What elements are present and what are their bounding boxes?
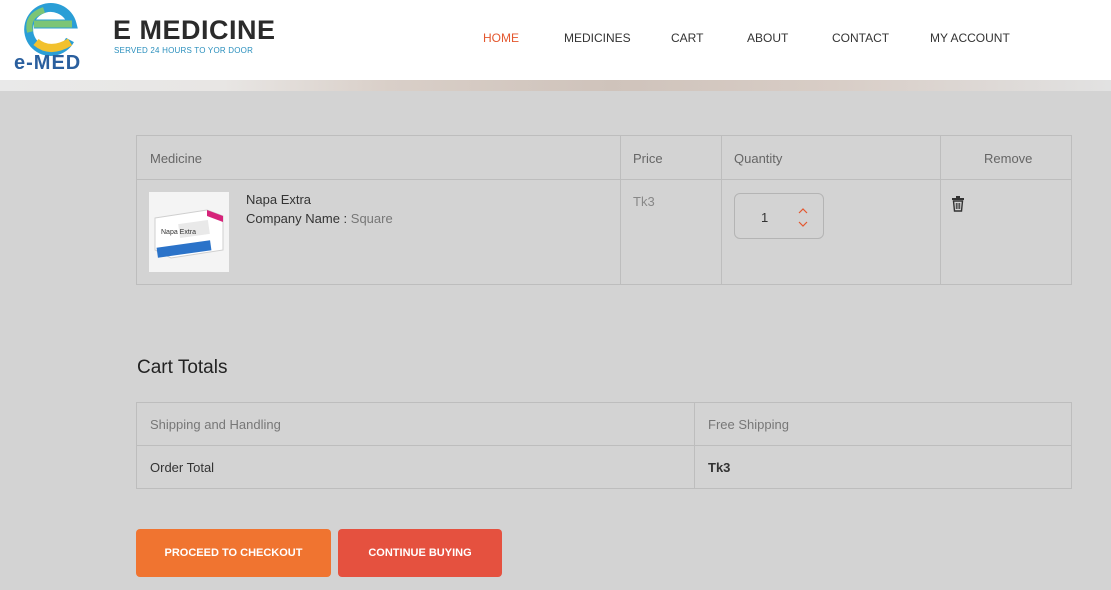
- header-divider: [137, 179, 1071, 180]
- product-image[interactable]: Napa Extra: [149, 192, 229, 272]
- header-remove: Remove: [984, 151, 1033, 166]
- column-divider: [940, 136, 941, 284]
- cart-table: Medicine Price Quantity Remove Napa Extr…: [136, 135, 1072, 285]
- nav-cart[interactable]: CART: [671, 31, 703, 45]
- cart-totals-heading: Cart Totals: [137, 357, 228, 378]
- quantity-stepper[interactable]: 1: [734, 193, 824, 239]
- product-image-label: Napa Extra: [161, 229, 196, 236]
- nav-home[interactable]: HOME: [483, 31, 519, 45]
- proceed-to-checkout-button[interactable]: PROCEED TO CHECKOUT: [136, 529, 331, 577]
- continue-buying-button[interactable]: CONTINUE BUYING: [338, 529, 502, 577]
- nav-contact[interactable]: CONTACT: [832, 31, 889, 45]
- column-divider: [721, 136, 722, 284]
- product-price: Tk3: [633, 194, 655, 209]
- site-tagline: SERVED 24 HOURS TO YOR DOOR: [114, 46, 254, 55]
- header-medicine: Medicine: [150, 151, 203, 166]
- quantity-value[interactable]: 1: [761, 210, 768, 225]
- hero-banner-strip: [0, 80, 1111, 91]
- nav-my-account[interactable]: MY ACCOUNT: [930, 31, 1010, 45]
- chevron-down-icon[interactable]: [797, 217, 809, 229]
- product-company: Company Name : Square: [246, 211, 393, 226]
- column-divider: [694, 403, 695, 488]
- order-total-value: Tk3: [708, 460, 731, 475]
- product-name[interactable]: Napa Extra: [246, 192, 311, 207]
- header-price: Price: [633, 151, 663, 166]
- chevron-up-icon[interactable]: [797, 204, 809, 216]
- company-label: Company Name :: [246, 211, 348, 226]
- column-divider: [620, 136, 621, 284]
- cart-totals-table: Shipping and Handling Free Shipping Orde…: [136, 402, 1072, 489]
- logo-text: e-MED: [14, 52, 82, 74]
- header-quantity: Quantity: [734, 151, 783, 166]
- order-total-label: Order Total: [150, 460, 215, 475]
- site-title[interactable]: E MEDICINE: [113, 15, 276, 46]
- row-divider: [137, 445, 1071, 446]
- site-header: e-MED E MEDICINE SERVED 24 HOURS TO YOR …: [0, 0, 1111, 80]
- nav-medicines[interactable]: MEDICINES: [564, 31, 631, 45]
- shipping-label: Shipping and Handling: [150, 417, 281, 432]
- nav-about[interactable]: ABOUT: [747, 31, 788, 45]
- shipping-value: Free Shipping: [708, 417, 789, 432]
- trash-icon[interactable]: [951, 196, 965, 212]
- company-value: Square: [350, 211, 393, 226]
